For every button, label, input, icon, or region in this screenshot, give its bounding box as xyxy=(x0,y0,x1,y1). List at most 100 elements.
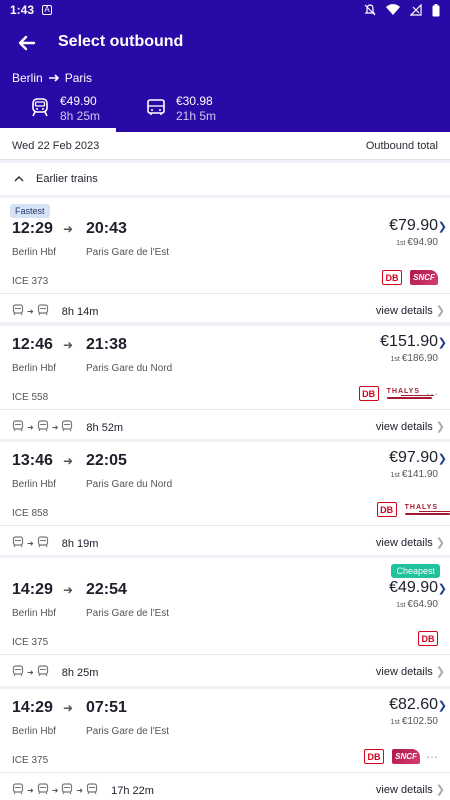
price: €151.90 xyxy=(380,333,438,350)
travel-date: Wed 22 Feb 2023 xyxy=(12,139,100,152)
train-card[interactable]: 14:29 ➜ 07:51 Berlin Hbf Paris Gare de l'Est… xyxy=(0,689,450,800)
journey-duration: 8h 19m xyxy=(61,537,99,550)
leg-arrow-icon: ➜ xyxy=(27,668,34,677)
departure-time: 14:29 xyxy=(12,699,53,716)
thalys-logo: THALYS xyxy=(404,504,450,515)
arrival-time: 20:43 xyxy=(86,220,127,237)
view-details-link[interactable]: view details ❯ xyxy=(376,304,445,317)
app-header: Select outbound Berlin Paris €49.90 8h 2… xyxy=(0,20,450,132)
arrow-right-icon: ➜ xyxy=(63,701,74,715)
more-icon[interactable]: ⋯ xyxy=(426,750,438,764)
chevron-right-icon[interactable]: ❯ xyxy=(438,336,447,349)
train-leg-icon xyxy=(12,304,24,319)
arrival-station: Paris Gare de l'Est xyxy=(86,247,170,258)
arrival-time: 22:54 xyxy=(86,581,127,598)
train-tab-duration: 8h 25m xyxy=(60,109,101,123)
chevron-right-icon[interactable]: ❯ xyxy=(438,582,447,595)
tab-train[interactable]: €49.90 8h 25m xyxy=(0,94,116,132)
db-logo: DB xyxy=(418,631,438,646)
train-card[interactable]: 12:46 ➜ 21:38 Berlin Hbf Paris Gare du Nord €… xyxy=(0,326,450,439)
train-leg-icon xyxy=(37,304,49,319)
view-details-label: view details xyxy=(375,305,433,317)
leg-arrow-icon: ➜ xyxy=(27,423,34,432)
cell-signal-icon xyxy=(410,4,422,16)
date-bar: Wed 22 Feb 2023 Outbound total xyxy=(0,132,450,160)
departure-station: Berlin Hbf xyxy=(12,726,56,737)
price: €82.60 xyxy=(389,696,438,713)
arrival-station: Paris Gare de l'Est xyxy=(86,608,170,619)
view-details-label: view details xyxy=(375,421,433,433)
view-details-link[interactable]: view details ❯ xyxy=(376,420,445,433)
chevron-right-icon[interactable]: ❯ xyxy=(438,452,447,465)
leg-arrow-icon: ➜ xyxy=(51,423,59,432)
status-bar: 1:43 A xyxy=(0,0,450,20)
bus-icon xyxy=(147,99,165,115)
arrow-right-icon: ➜ xyxy=(63,454,74,468)
transport-mode-tabs: €49.90 8h 25m €30.98 21h 5m xyxy=(0,94,450,132)
leg-arrow-icon: ➜ xyxy=(27,539,34,548)
route-summary: Berlin Paris xyxy=(12,71,92,85)
first-class-price: 1st €186.90 xyxy=(391,353,439,364)
train-leg-icon xyxy=(37,420,49,435)
back-arrow-icon[interactable] xyxy=(14,30,40,56)
train-leg-icon xyxy=(61,783,73,798)
chevron-right-icon[interactable]: ❯ xyxy=(438,699,447,712)
chevron-right-icon: ❯ xyxy=(435,537,445,549)
chevron-right-icon: ❯ xyxy=(435,421,445,433)
sncf-logo: SNCF xyxy=(392,749,420,764)
departure-station: Berlin Hbf xyxy=(12,608,56,619)
notification-icon: A xyxy=(42,5,53,15)
tab-bus[interactable]: €30.98 21h 5m xyxy=(116,94,232,132)
chevron-right-icon[interactable]: ❯ xyxy=(438,220,447,233)
first-class-amount: €64.90 xyxy=(407,599,438,610)
leg-arrow-icon: ➜ xyxy=(27,307,34,316)
departure-time: 12:46 xyxy=(12,336,53,353)
thalys-logo: THALYS xyxy=(386,388,435,399)
train-card[interactable]: Cheapest 14:29 ➜ 22:54 Berlin Hbf Paris Gare … xyxy=(0,558,450,686)
chevron-up-icon xyxy=(14,175,24,182)
chevron-right-icon: ❯ xyxy=(435,784,445,796)
route-from: Berlin xyxy=(12,71,43,85)
sncf-logo: SNCF xyxy=(410,270,438,285)
arrow-right-icon xyxy=(48,74,59,82)
divider xyxy=(0,772,450,773)
journey-legs: ➜ ➜ 8h 52m xyxy=(12,420,123,435)
journey-legs: ➜ 8h 19m xyxy=(12,536,98,551)
journey-legs: ➜ 8h 14m xyxy=(12,304,98,319)
view-details-link[interactable]: view details ❯ xyxy=(376,536,445,549)
view-details-link[interactable]: view details ❯ xyxy=(376,783,445,796)
fastest-badge: Fastest xyxy=(10,204,50,218)
operator-logos: DB SNCF ⋯ xyxy=(364,749,438,764)
leg-arrow-icon: ➜ xyxy=(51,786,59,795)
wifi-icon xyxy=(386,4,400,16)
earlier-trains-button[interactable]: Earlier trains xyxy=(0,163,450,195)
first-class-price: 1st €94.90 xyxy=(396,237,438,248)
bus-tab-price: €30.98 xyxy=(176,94,213,108)
arrow-right-icon: ➜ xyxy=(63,338,74,352)
first-class-price: 1st €141.90 xyxy=(391,469,439,480)
view-details-label: view details xyxy=(375,666,433,678)
journey-duration: 8h 25m xyxy=(61,666,99,679)
price: €79.90 xyxy=(389,217,438,234)
divider xyxy=(0,525,450,526)
train-leg-icon xyxy=(86,783,98,798)
first-class-label: 1st xyxy=(390,356,400,363)
status-time: 1:43 xyxy=(10,3,35,17)
train-leg-icon xyxy=(37,536,49,551)
db-logo: DB xyxy=(364,749,384,764)
view-details-link[interactable]: view details ❯ xyxy=(376,665,445,678)
journey-duration: 17h 22m xyxy=(111,784,154,797)
train-leg-icon xyxy=(61,420,73,435)
view-details-label: view details xyxy=(375,537,433,549)
train-card[interactable]: Fastest 12:29 ➜ 20:43 Berlin Hbf Paris Gare d… xyxy=(0,198,450,322)
journey-legs: ➜ 8h 25m xyxy=(12,665,98,680)
divider xyxy=(0,654,450,655)
train-leg-icon xyxy=(12,420,24,435)
train-card[interactable]: 13:46 ➜ 22:05 Berlin Hbf Paris Gare du Nord €… xyxy=(0,442,450,555)
operator-logos: DB THALYS ⋯ xyxy=(358,386,438,401)
arrival-station: Paris Gare de l'Est xyxy=(86,726,170,737)
departure-time: 14:29 xyxy=(12,581,53,598)
train-icon xyxy=(32,98,48,117)
first-class-amount: €94.90 xyxy=(407,237,438,248)
chevron-right-icon: ❯ xyxy=(435,305,445,317)
